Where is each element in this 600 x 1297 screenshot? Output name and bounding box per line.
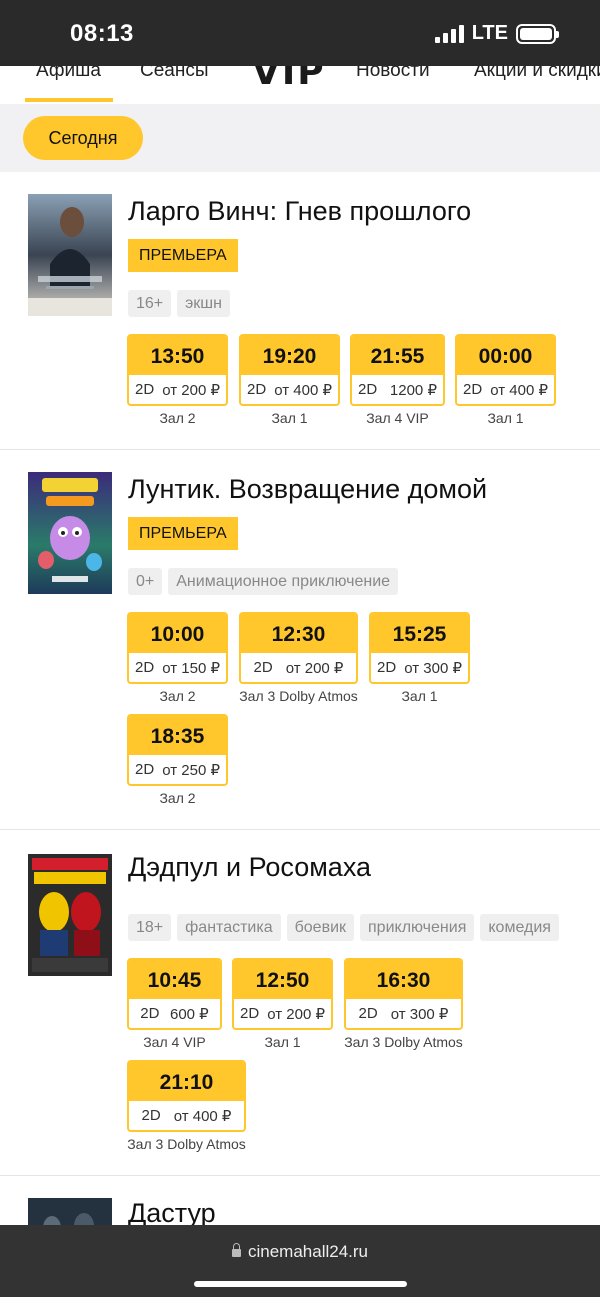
url-text: cinemahall24.ru xyxy=(247,1242,368,1261)
premiere-badge: ПРЕМЬЕРА xyxy=(128,239,238,272)
session-time: 21:55 xyxy=(352,336,443,375)
session-hall: Зал 1 xyxy=(401,688,438,704)
network-label: LTE xyxy=(471,22,508,44)
session-price: от 200 ₽ xyxy=(285,659,344,677)
movie-title[interactable]: Лунтик. Возвращение домой xyxy=(128,474,487,505)
movie-card: Ларго Винч: Гнев прошлого ПРЕМЬЕРА 16+ э… xyxy=(0,172,600,450)
top-nav: Афиша Сеансы VIP Новости Акции и скидки xyxy=(0,66,600,104)
vip-logo[interactable]: VIP xyxy=(252,66,326,93)
session-slot[interactable]: 21:55 2D 1200 ₽ Зал 4 VIP xyxy=(350,334,445,426)
session-time: 21:10 xyxy=(129,1062,244,1101)
session-slot[interactable]: 19:20 2D от 400 ₽ Зал 1 xyxy=(239,334,340,426)
home-indicator[interactable] xyxy=(194,1281,407,1287)
session-slot[interactable]: 18:35 2D от 250 ₽ Зал 2 xyxy=(127,714,228,806)
age-rating-tag: 18+ xyxy=(128,914,172,941)
session-time: 12:50 xyxy=(234,960,331,999)
session-format: 2D xyxy=(135,381,155,398)
age-rating-tag: 16+ xyxy=(128,290,172,317)
session-hall: Зал 4 VIP xyxy=(366,410,429,426)
session-hall: Зал 2 xyxy=(159,688,196,704)
genre-tag: экшн xyxy=(177,290,230,317)
session-format: 2D xyxy=(140,1005,160,1022)
movie-poster[interactable] xyxy=(28,472,112,594)
lock-icon xyxy=(231,1243,241,1257)
date-filter-bar: Сегодня xyxy=(0,104,600,172)
session-slot[interactable]: 12:30 2D от 200 ₽ Зал 3 Dolby Atmos xyxy=(239,612,358,704)
nav-item-promo[interactable]: Акции и скидки xyxy=(474,66,600,82)
genre-tag: боевик xyxy=(286,914,355,941)
genre-tag: Анимационное приключение xyxy=(168,568,399,595)
movie-card: Лунтик. Возвращение домой ПРЕМЬЕРА 0+ Ан… xyxy=(0,450,600,830)
session-time: 18:35 xyxy=(129,716,226,755)
genre-tag: фантастика xyxy=(177,914,281,941)
session-price: от 400 ₽ xyxy=(173,1107,232,1125)
session-slot[interactable]: 10:45 2D 600 ₽ Зал 4 VIP xyxy=(127,958,222,1050)
battery-icon xyxy=(516,23,559,44)
session-price: от 400 ₽ xyxy=(490,381,548,399)
session-price: 600 ₽ xyxy=(169,1005,209,1023)
session-time: 13:50 xyxy=(129,336,226,375)
session-slot[interactable]: 13:50 2D от 200 ₽ Зал 2 xyxy=(127,334,228,426)
session-hall: Зал 3 Dolby Atmos xyxy=(127,1136,246,1152)
session-time: 10:00 xyxy=(129,614,226,653)
genre-tag: приключения xyxy=(360,914,475,941)
session-slot[interactable]: 15:25 2D от 300 ₽ Зал 1 xyxy=(369,612,470,704)
session-time: 19:20 xyxy=(241,336,338,375)
nav-item-afisha[interactable]: Афиша xyxy=(36,66,101,82)
genre-tag: комедия xyxy=(480,914,559,941)
session-price: от 200 ₽ xyxy=(267,1005,325,1023)
session-format: 2D xyxy=(135,761,155,778)
session-format: 2D xyxy=(463,381,483,398)
session-format: 2D xyxy=(358,381,378,398)
session-price: от 400 ₽ xyxy=(274,381,332,399)
movie-poster[interactable] xyxy=(28,854,112,976)
movie-poster[interactable] xyxy=(28,194,112,316)
session-time: 00:00 xyxy=(457,336,554,375)
session-format: 2D xyxy=(141,1107,161,1124)
session-price: от 300 ₽ xyxy=(390,1005,449,1023)
session-hall: Зал 3 Dolby Atmos xyxy=(239,688,358,704)
session-format: 2D xyxy=(135,659,155,676)
movie-title[interactable]: Дэдпул и Росомаха xyxy=(128,852,371,883)
session-format: 2D xyxy=(377,659,397,676)
session-hall: Зал 2 xyxy=(159,790,196,806)
session-time: 10:45 xyxy=(129,960,220,999)
session-format: 2D xyxy=(240,1005,260,1022)
session-price: от 200 ₽ xyxy=(162,381,220,399)
session-format: 2D xyxy=(358,1005,378,1022)
session-slot[interactable]: 10:00 2D от 150 ₽ Зал 2 xyxy=(127,612,228,704)
session-time: 12:30 xyxy=(241,614,356,653)
session-format: 2D xyxy=(247,381,267,398)
movie-card: Дэдпул и Росомаха 18+ фантастика боевик … xyxy=(0,830,600,1176)
session-hall: Зал 4 VIP xyxy=(143,1034,206,1050)
session-format: 2D xyxy=(253,659,273,676)
session-time: 15:25 xyxy=(371,614,468,653)
movie-title[interactable]: Ларго Винч: Гнев прошлого xyxy=(128,196,471,227)
session-hall: Зал 2 xyxy=(159,410,196,426)
session-hall: Зал 3 Dolby Atmos xyxy=(344,1034,463,1050)
browser-address-bar[interactable]: cinemahall24.ru xyxy=(0,1225,600,1297)
session-hall: Зал 1 xyxy=(487,410,524,426)
session-price: от 250 ₽ xyxy=(162,761,220,779)
nav-item-news[interactable]: Новости xyxy=(356,66,430,82)
nav-item-seansy[interactable]: Сеансы xyxy=(140,66,209,82)
session-hall: Зал 1 xyxy=(271,410,308,426)
session-slot[interactable]: 00:00 2D от 400 ₽ Зал 1 xyxy=(455,334,556,426)
session-time: 16:30 xyxy=(346,960,461,999)
age-rating-tag: 0+ xyxy=(128,568,163,595)
session-hall: Зал 1 xyxy=(264,1034,301,1050)
signal-icon xyxy=(434,24,464,43)
status-time: 08:13 xyxy=(70,20,134,47)
session-slot[interactable]: 21:10 2D от 400 ₽ Зал 3 Dolby Atmos xyxy=(127,1060,246,1152)
nav-active-indicator xyxy=(25,98,113,102)
session-slot[interactable]: 16:30 2D от 300 ₽ Зал 3 Dolby Atmos xyxy=(344,958,463,1050)
today-button[interactable]: Сегодня xyxy=(23,116,143,160)
status-bar: 08:13 LTE xyxy=(0,0,600,66)
premiere-badge: ПРЕМЬЕРА xyxy=(128,517,238,550)
session-price: от 150 ₽ xyxy=(162,659,220,677)
session-price: 1200 ₽ xyxy=(389,381,437,399)
session-slot[interactable]: 12:50 2D от 200 ₽ Зал 1 xyxy=(232,958,333,1050)
session-price: от 300 ₽ xyxy=(404,659,462,677)
